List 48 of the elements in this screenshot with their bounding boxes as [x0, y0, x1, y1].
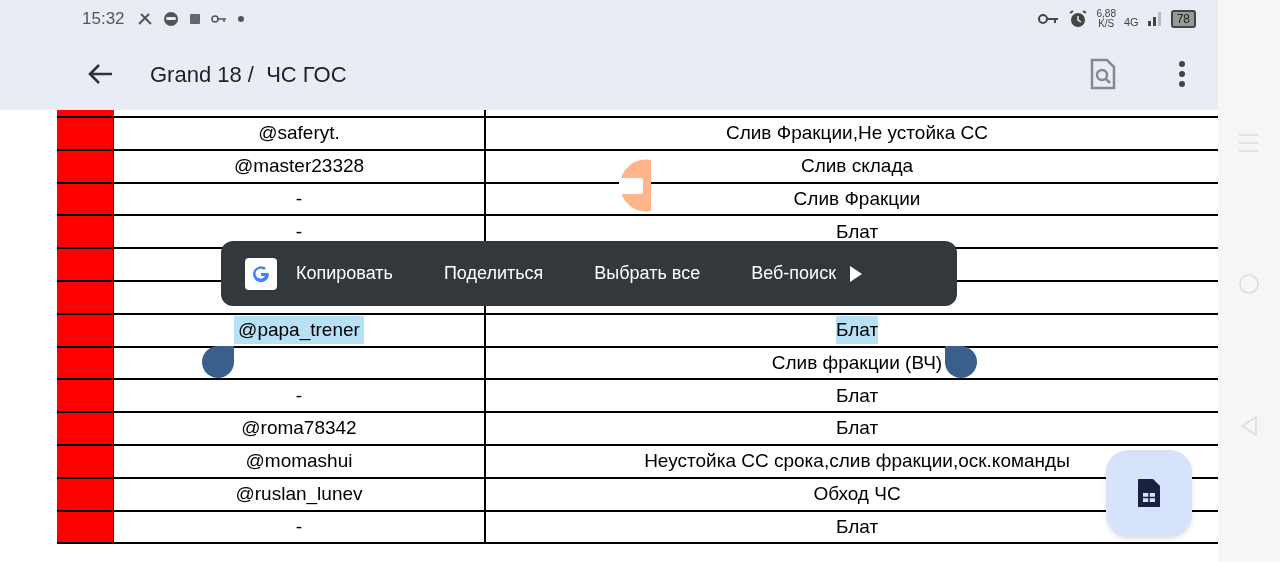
spreadsheet-icon	[1136, 477, 1162, 509]
menu-item[interactable]: Выбрать все	[594, 260, 701, 288]
status-time: 15:32	[82, 8, 125, 31]
more-arrow-icon[interactable]	[849, 264, 863, 283]
table-cell-text: Слив Фракции,Не устойка СС	[725, 121, 989, 146]
selection-handle-icon[interactable]	[945, 346, 979, 378]
more-icon[interactable]	[1178, 61, 1186, 87]
table-cell-text: -	[295, 219, 303, 244]
selection-handle-icon[interactable]	[200, 346, 234, 378]
menu-item[interactable]: Поделиться	[443, 260, 544, 288]
table-cell-text: @ruslan_lunev	[235, 481, 363, 507]
document-search-icon[interactable]	[1090, 58, 1116, 90]
network-type: 4G	[1123, 14, 1139, 30]
table-cell-text: -	[295, 514, 303, 539]
menu-item[interactable]: Копировать	[296, 260, 393, 288]
table-cell-text: Неустойка СС срока,слив фракции,оск.команды	[644, 449, 1070, 474]
table-cell-text: @saferyt.	[258, 121, 340, 146]
battery-indicator: 78	[1170, 10, 1196, 28]
table-cell-text: Блат	[835, 219, 879, 244]
table-cell-text: Блат	[835, 416, 879, 441]
table-cell-text: -	[295, 186, 303, 211]
signal-icon	[1146, 11, 1163, 27]
document-title: Grand 18 / ЧС ГОС	[150, 60, 347, 89]
back-icon[interactable]	[88, 63, 114, 85]
incognito-icon	[162, 11, 179, 27]
network-speed-unit: K/S	[1098, 19, 1115, 29]
table-cell-text: @master23328	[233, 153, 365, 178]
new-sheet-button[interactable]	[1106, 450, 1192, 536]
dot-icon	[236, 15, 245, 23]
table-cell-text: Обход ЧС	[813, 481, 901, 506]
table-cell-text: -	[295, 383, 303, 408]
table-cell-text: Блат	[835, 514, 879, 539]
table-cell-text: Слив Фракции	[793, 186, 921, 211]
table-cell-text: Слив склада	[800, 153, 914, 178]
menu-item[interactable]: Веб-поиск	[751, 260, 836, 288]
key-icon	[210, 14, 227, 24]
table-cell-text: @momashui	[245, 449, 353, 474]
app-icon	[188, 13, 201, 25]
table-cell: @papa_trener	[234, 315, 364, 345]
google-icon[interactable]	[245, 257, 277, 290]
table-cell-text: Слив фракции (ВЧ)	[771, 350, 943, 375]
alarm-icon	[1068, 9, 1089, 29]
network-speed: 6,88	[1096, 9, 1116, 19]
table-cell-text: Блат	[835, 383, 879, 408]
table-cell-text: @roma78342	[241, 416, 357, 441]
table-cell: Блат	[835, 315, 879, 345]
missed-call-icon	[136, 12, 153, 26]
key-icon	[1038, 13, 1061, 25]
